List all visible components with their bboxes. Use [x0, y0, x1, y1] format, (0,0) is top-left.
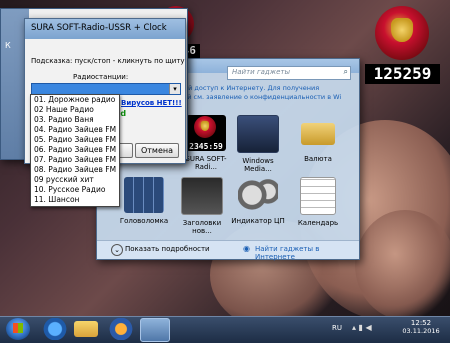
tile-label: Windows Media... [242, 157, 274, 173]
taskbar-time: 12:52 [410, 319, 432, 327]
radio-window-title: SURA SOFT-Radio-USSR + Clock [31, 23, 167, 33]
gadget-tile-currency[interactable]: Валюта [289, 115, 347, 163]
radio-titlebar[interactable]: SURA SOFT-Radio-USSR + Clock [25, 19, 185, 39]
station-item[interactable]: 04. Радио Зайцев FM [31, 125, 119, 135]
gadget-tile-cpu-meter[interactable]: Индикатор ЦП [229, 177, 287, 225]
desktop-clock-gadget-large[interactable]: 125259 [365, 6, 440, 84]
gadgets-search-box[interactable]: Найти гаджеты ⌕ [227, 66, 351, 80]
radio-emblem-area: Вирусов НЕТ!!! ed [115, 95, 182, 137]
start-button[interactable] [6, 318, 30, 340]
calendar-thumbnail [300, 177, 336, 215]
clock-digits: 125259 [365, 64, 440, 84]
station-item[interactable]: 05. Радио Зайцев FM [31, 135, 119, 145]
language-indicator[interactable]: RU [332, 324, 342, 332]
tile-label: Заголовки нов... [182, 219, 222, 235]
station-item[interactable]: 09 русский хит [31, 175, 119, 185]
info-line-1: ый доступ к Интернету. Для получения [183, 84, 320, 92]
news-thumbnail [181, 177, 223, 215]
ussr-emblem-icon [375, 6, 429, 60]
tray-icons[interactable]: ▴ ▮ ◀ [352, 323, 372, 332]
find-gadgets-online-link[interactable]: Найти гаджеты в Интернете [255, 245, 359, 261]
explorer-folder-icon[interactable] [74, 321, 98, 337]
station-item[interactable]: 11. Шансон [31, 195, 119, 205]
currency-thumbnail [301, 123, 335, 145]
clock-area[interactable]: 12:52 03.11.2016 [398, 319, 444, 335]
station-item[interactable]: 02 Наше Радио [31, 105, 119, 115]
search-icon: ⌕ [343, 67, 348, 76]
tile-label: Валюта [304, 155, 332, 163]
tile-label: Индикатор ЦП [231, 217, 285, 225]
stations-dropdown-list[interactable]: 01. Дорожное радио 02 Наше Радио 03. Рад… [30, 94, 120, 207]
left-edge-label: К [5, 41, 11, 50]
tile-label: Календарь [297, 219, 339, 227]
internet-explorer-icon[interactable] [40, 318, 70, 340]
stations-label: Радиостанции: [73, 73, 129, 81]
tile-clock-digits: 2345:59 [189, 142, 223, 151]
gadget-tile-windows-media[interactable]: Windows Media... [229, 115, 287, 173]
search-placeholder: Найти гаджеты [232, 68, 290, 76]
ussr-emblem-icon [194, 116, 216, 138]
taskbar-date: 03.11.2016 [402, 327, 440, 335]
active-app-taskbar-button[interactable] [140, 318, 170, 342]
station-item[interactable]: 06. Радио Зайцев FM [31, 145, 119, 155]
gadgets-info-text: ый доступ к Интернету. Для получения ий … [183, 84, 353, 102]
cancel-button[interactable]: Отмена [135, 143, 179, 158]
station-item[interactable]: 10. Русское Радио [31, 185, 119, 195]
globe-icon: ◉ [243, 244, 250, 253]
chevron-down-icon[interactable]: ⌄ [111, 244, 123, 256]
cpu-meter-thumbnail [238, 177, 278, 213]
chevron-down-icon[interactable]: ▾ [169, 84, 180, 94]
tile-label: Головоломка [119, 217, 169, 225]
gadgets-footer: ⌄ Показать подробности ◉ Найти гаджеты в… [97, 240, 359, 261]
media-player-icon[interactable] [106, 318, 136, 340]
gadget-tile-calendar[interactable]: Календарь [289, 177, 347, 227]
show-details-link[interactable]: Показать подробности [125, 245, 210, 253]
info-line-2: ий см. заявление о конфиденциальности в … [183, 93, 342, 101]
virus-note: Вирусов НЕТ!!! [121, 99, 182, 107]
windows-media-thumbnail [237, 115, 279, 153]
wallpaper-figure-3 [355, 210, 450, 320]
station-item[interactable]: 08. Радио Зайцев FM [31, 165, 119, 175]
puzzle-thumbnail [124, 177, 164, 213]
station-item[interactable]: 03. Радио Ваня [31, 115, 119, 125]
station-item[interactable]: 01. Дорожное радио [31, 95, 119, 105]
sura-radio-thumbnail: 2345:59 [186, 115, 226, 151]
gadget-tile-puzzle[interactable]: Головоломка [115, 177, 173, 225]
windows-logo-icon [13, 323, 23, 333]
station-item[interactable]: 07. Радио Зайцев FM [31, 155, 119, 165]
hint-text: Подсказка: пуск/стоп - кликнуть по щиту [31, 57, 185, 65]
gadget-tile-news[interactable]: Заголовки нов... [173, 177, 231, 235]
